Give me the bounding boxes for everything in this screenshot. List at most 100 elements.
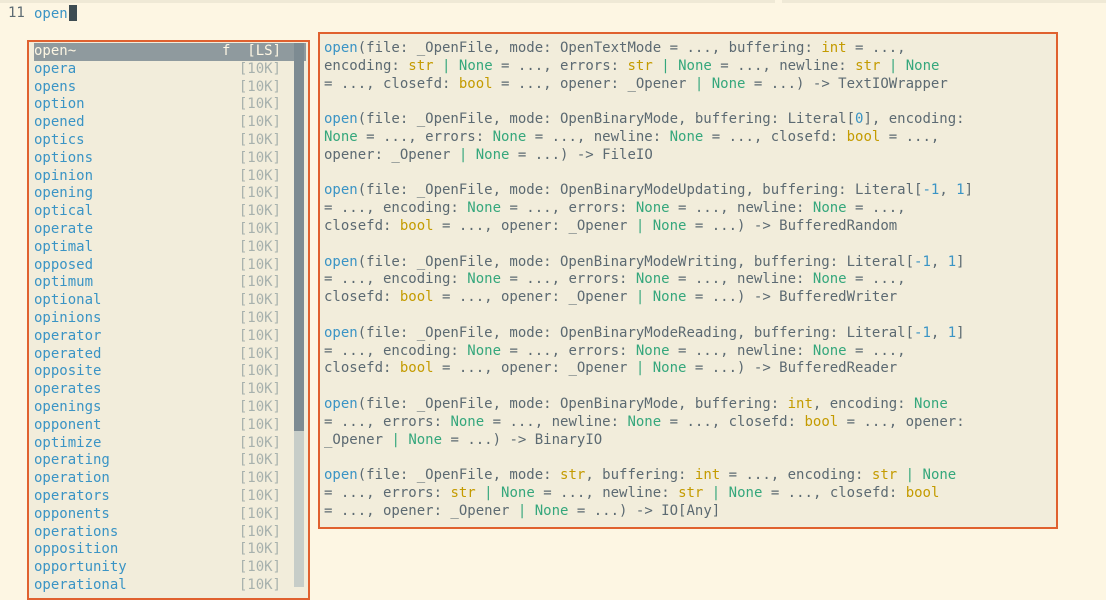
signature-token: bool (804, 413, 839, 430)
completion-item[interactable]: optimize [10K] (34, 435, 306, 453)
signature-token: = ..., errors: (501, 342, 636, 359)
completion-item[interactable]: opens [10K] (34, 79, 306, 97)
signature-token: closefd: (324, 360, 400, 377)
completion-rest: erated (50, 345, 102, 362)
signature-line: open(file: _OpenFile, mode: OpenTextMode… (324, 40, 1051, 58)
completion-popup[interactable]: open~ f [LS] opera [10K] opens [10K] option[… (27, 40, 310, 600)
completion-item[interactable]: operating [10K] (34, 452, 306, 470)
signature-token: = ..., opener: _Opener (492, 75, 695, 92)
completion-rest: timal (50, 238, 94, 255)
completion-item[interactable]: opinion [10K] (34, 168, 306, 186)
signature-token: None (627, 413, 662, 430)
completion-rest: tics (50, 132, 85, 148)
signature-line: open(file: _OpenFile, mode: OpenBinaryMo… (324, 182, 1051, 200)
signature-token: = ..., newline: (526, 128, 670, 145)
completion-item[interactable]: operations [10K] (34, 524, 306, 542)
signature-token: None (467, 271, 502, 288)
completion-item-selected[interactable]: open~ f [LS] (34, 43, 306, 61)
completion-item[interactable]: operator [10K] (34, 328, 306, 346)
completion-item[interactable]: optical [10K] (34, 203, 306, 221)
completion-item[interactable]: opened [10K] (34, 114, 306, 132)
completion-source: [10K] (238, 203, 281, 220)
signature-token: = ..., errors: (357, 128, 493, 145)
completion-item[interactable]: operate [10K] (34, 221, 306, 239)
signature-token (653, 58, 661, 74)
completion-rest: erates (50, 381, 102, 398)
signature-line: open(file: _OpenFile, mode: str, bufferi… (324, 467, 1051, 485)
completion-item[interactable]: opponent [10K] (34, 417, 306, 435)
signature-token: None (905, 57, 940, 74)
completion-item[interactable]: optimal [10K] (34, 239, 306, 257)
signature-line: encoding: str | None = ..., errors: str … (324, 58, 1051, 76)
completion-source: [10K] (238, 399, 281, 415)
completion-word: operational (34, 577, 127, 595)
completion-item[interactable]: optimum [10K] (34, 274, 306, 292)
completion-item[interactable]: operated [10K] (34, 346, 306, 364)
completion-word: optimum (34, 274, 93, 292)
signature-token: = ...) -> BufferedWriter (686, 289, 898, 306)
signature-token: 1 (947, 324, 957, 341)
signature-token (476, 485, 484, 501)
completion-item[interactable]: opposition [10K] (34, 541, 306, 559)
completion-item[interactable]: opportunity [10K] (34, 559, 306, 577)
completion-rest: ening (50, 185, 94, 202)
completion-item[interactable]: optional [10K] (34, 292, 306, 310)
signature-token: str (450, 484, 476, 501)
signature-token: = ..., closefd: (661, 413, 805, 430)
completion-source: [10K] (238, 114, 281, 131)
completion-item[interactable]: optics [10K] (34, 132, 306, 150)
signature-token (526, 503, 534, 519)
completion-item[interactable]: opposed [10K] (34, 257, 306, 275)
typed-word: open (34, 6, 68, 22)
completion-word: optimal (34, 239, 93, 257)
typed-text[interactable]: open (34, 5, 77, 24)
completion-match: op (34, 132, 51, 148)
completion-match: op (34, 488, 51, 504)
signature-token (880, 58, 888, 74)
scrollbar-thumb[interactable] (294, 43, 304, 431)
signature-token: = ..., (846, 342, 906, 359)
completion-item[interactable]: operation [10K] (34, 470, 306, 488)
signature-line: closefd: bool = ..., opener: _Opener | N… (324, 218, 1051, 236)
signature-token: bool (399, 360, 434, 377)
signature-block: open(file: _OpenFile, mode: OpenBinaryMo… (324, 325, 1051, 378)
completion-source: [10K] (238, 523, 281, 540)
completion-word: optimize (34, 435, 101, 453)
completion-match: op (34, 167, 51, 184)
signature-line: = ..., errors: None = ..., newline: None… (324, 414, 1051, 432)
signature-token: bool (399, 217, 434, 234)
completion-item[interactable]: options [10K] (34, 150, 306, 168)
completion-source: [10K] (238, 310, 281, 326)
completion-source: [10K] (238, 167, 281, 184)
completion-item[interactable]: opinions [10K] (34, 310, 306, 328)
completion-item[interactable]: operational [10K] (34, 577, 306, 595)
completion-item[interactable]: opposite [10K] (34, 363, 306, 381)
completion-scrollbar[interactable] (294, 43, 304, 587)
signature-block: open(file: _OpenFile, mode: OpenTextMode… (324, 40, 1051, 93)
signature-token: , (930, 324, 948, 341)
completion-word: opposition (34, 541, 118, 559)
completion-source: [10K] (238, 363, 281, 380)
completion-item[interactable]: operators [10K] (34, 488, 306, 506)
signature-token: None (475, 146, 510, 163)
completion-rest: portunity (50, 559, 127, 576)
signature-token: None (324, 128, 358, 145)
completion-item[interactable]: opponents [10K] (34, 506, 306, 524)
signature-token: str (560, 467, 586, 484)
completion-word: opened (34, 114, 85, 132)
completion-item[interactable]: opening [10K] (34, 185, 306, 203)
editor-current-line[interactable]: 11 open (0, 5, 77, 23)
completion-source: [10K] (238, 505, 281, 522)
completion-item[interactable]: option [10K] (34, 96, 306, 114)
completion-item[interactable]: openings [10K] (34, 399, 306, 417)
completion-item[interactable]: operates [10K] (34, 381, 306, 399)
signature-token: = ..., opener: (838, 413, 965, 430)
signature-token (897, 467, 905, 483)
completion-source: [10K] (238, 470, 281, 487)
signature-block: open(file: _OpenFile, mode: OpenBinaryMo… (324, 396, 1051, 449)
signature-token: , (939, 182, 957, 199)
signature-token: None (711, 75, 746, 92)
completion-rest: timize (50, 434, 102, 451)
completion-item[interactable]: opera [10K] (34, 61, 306, 79)
signature-token: = ..., (846, 271, 906, 288)
